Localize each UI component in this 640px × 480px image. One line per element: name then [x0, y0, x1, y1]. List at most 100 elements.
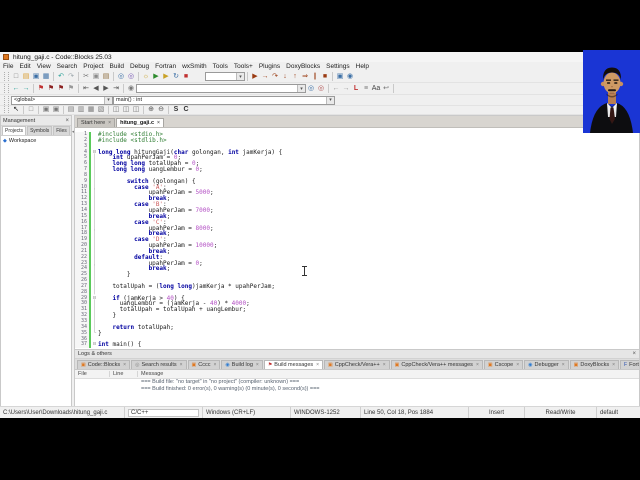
management-tab-files[interactable]: Files: [53, 126, 70, 135]
logs-tab-cppcheck-vera-messages[interactable]: ▣ CppCheck/Vera++ messages ×: [390, 360, 483, 369]
logs-tab-cppcheck-vera[interactable]: ▣ CppCheck/Vera++ ×: [324, 360, 390, 369]
highlight-occurrences-icon[interactable]: L: [351, 84, 361, 94]
close-icon[interactable]: ×: [256, 362, 259, 368]
break-debugger-icon[interactable]: ∥: [310, 72, 320, 82]
code-editor[interactable]: 1 #include <stdio.h> 2 #include <stdlib.h> 3…: [75, 128, 639, 353]
undo-icon[interactable]: ↶: [56, 72, 66, 82]
open-file-icon[interactable]: ▤: [21, 72, 31, 82]
toolbar-grip[interactable]: [4, 106, 9, 114]
menu-wxsmith[interactable]: wxSmith: [179, 63, 210, 70]
cut-icon[interactable]: ✂: [81, 72, 91, 82]
toolbar-grip[interactable]: [4, 95, 9, 105]
debugging-windows-icon[interactable]: ▣: [335, 72, 345, 82]
spellcheck-icon[interactable]: S: [171, 106, 181, 114]
logs-tab-code-blocks[interactable]: ▣ Code::Blocks ×: [77, 360, 131, 369]
management-tab-projects[interactable]: Projects: [2, 126, 27, 135]
logs-tab-doxyblocks[interactable]: ▣ DoxyBlocks ×: [569, 360, 620, 369]
chevron-down-icon[interactable]: ▾: [104, 96, 112, 104]
goto-next-position-icon[interactable]: →: [21, 84, 31, 94]
close-icon[interactable]: ×: [123, 362, 126, 368]
logs-tab-cscope[interactable]: ▣ Cscope ×: [483, 360, 524, 369]
replace-icon[interactable]: ◎: [126, 72, 136, 82]
logs-tab-build-log[interactable]: ◉ Build log ×: [221, 360, 263, 369]
notebook-icon[interactable]: ◫: [131, 106, 141, 114]
dialog-tool-icon[interactable]: ▣: [51, 106, 61, 114]
copy-icon[interactable]: ▣: [91, 72, 101, 82]
close-icon[interactable]: ×: [383, 362, 386, 368]
logs-tab-debugger[interactable]: ◉ Debugger ×: [524, 360, 569, 369]
goto-next-block-icon[interactable]: ▶: [101, 84, 111, 94]
menu-settings[interactable]: Settings: [323, 63, 353, 70]
save-icon[interactable]: ▣: [31, 72, 41, 82]
flex-sizer-icon[interactable]: ▧: [96, 106, 106, 114]
wrap-search-icon[interactable]: ↩: [381, 84, 391, 94]
sizer-v-icon[interactable]: ▥: [76, 106, 86, 114]
menu-search[interactable]: Search: [54, 63, 81, 70]
next-bookmark-icon[interactable]: ⚑: [56, 84, 66, 94]
chevron-down-icon[interactable]: ▾: [236, 73, 244, 80]
menu-fortran[interactable]: Fortran: [152, 63, 179, 70]
search-next-icon[interactable]: →: [341, 84, 351, 94]
menu-view[interactable]: View: [34, 63, 54, 70]
panel-tool-icon[interactable]: ▣: [41, 106, 51, 114]
stop-debugger-icon[interactable]: ■: [320, 72, 330, 82]
build-icon[interactable]: ☼: [141, 72, 151, 82]
new-file-icon[interactable]: □: [11, 72, 21, 82]
various-info-icon[interactable]: ◉: [345, 72, 355, 82]
frame-tool-icon[interactable]: □: [26, 106, 36, 114]
logs-tab-search-results[interactable]: ◎ Search results ×: [131, 360, 187, 369]
fold-toggle-icon[interactable]: ⊟: [91, 342, 98, 348]
split-h-icon[interactable]: ◫: [111, 106, 121, 114]
save-all-icon[interactable]: ▦: [41, 72, 51, 82]
step-out-icon[interactable]: ↑: [290, 72, 300, 82]
goto-prev-block-icon[interactable]: ◀: [91, 84, 101, 94]
next-instruction-icon[interactable]: ⇒: [300, 72, 310, 82]
build-target-combo[interactable]: ▾: [205, 72, 245, 81]
close-icon[interactable]: ×: [562, 362, 565, 368]
logs-tab-cccc[interactable]: ▣ Cccc ×: [187, 360, 221, 369]
zoom-in-icon[interactable]: ⊕: [146, 106, 156, 114]
toggle-bookmark-icon[interactable]: ⚑: [36, 84, 46, 94]
search-prev-icon[interactable]: ←: [331, 84, 341, 94]
incremental-search-combo[interactable]: ▾: [136, 84, 306, 93]
run-icon[interactable]: ▶: [151, 72, 161, 82]
run-to-cursor-icon[interactable]: →: [260, 72, 270, 82]
match-case-icon[interactable]: Aa: [371, 84, 381, 94]
zoom-out-icon[interactable]: ⊖: [156, 106, 166, 114]
search-icon[interactable]: ◎: [306, 84, 316, 94]
menu-help[interactable]: Help: [353, 63, 372, 70]
menu-build[interactable]: Build: [107, 63, 127, 70]
goto-block-start-icon[interactable]: ⇤: [81, 84, 91, 94]
pointer-tool-icon[interactable]: ↖: [11, 106, 21, 114]
step-into-icon[interactable]: ↓: [280, 72, 290, 82]
chevron-down-icon[interactable]: ▾: [297, 85, 305, 92]
close-icon[interactable]: ×: [157, 120, 160, 126]
clear-bookmarks-icon[interactable]: ⚑: [66, 84, 76, 94]
menu-debug[interactable]: Debug: [127, 63, 152, 70]
close-icon[interactable]: ×: [108, 120, 111, 126]
editor-tab-hitung-gaji-c[interactable]: hitung_gaji.c ×: [116, 118, 164, 127]
menu-doxyblocks[interactable]: DoxyBlocks: [283, 63, 323, 70]
menu-tools[interactable]: Tools+: [231, 63, 256, 70]
management-tab-symbols[interactable]: Symbols: [27, 126, 53, 135]
close-icon[interactable]: ×: [180, 362, 183, 368]
find-icon[interactable]: ◎: [116, 72, 126, 82]
grid-sizer-icon[interactable]: ▦: [86, 106, 96, 114]
code-stats-icon[interactable]: C: [181, 106, 191, 114]
function-combo[interactable]: main() : int ▾: [113, 95, 335, 105]
debug-continue-icon[interactable]: ▶: [250, 72, 260, 82]
goto-block-end-icon[interactable]: ⇥: [111, 84, 121, 94]
rebuild-icon[interactable]: ↻: [171, 72, 181, 82]
close-icon[interactable]: ×: [476, 362, 479, 368]
toolbar-grip[interactable]: [4, 84, 9, 93]
goto-prev-position-icon[interactable]: ←: [11, 84, 21, 94]
build-and-run-icon[interactable]: ▶: [161, 72, 171, 82]
highlight-mode-icon[interactable]: ◉: [126, 84, 136, 94]
editor-tab-start-here[interactable]: Start here ×: [77, 118, 116, 127]
menu-edit[interactable]: Edit: [16, 63, 33, 70]
scope-combo[interactable]: <global> ▾: [11, 95, 113, 105]
search-options-icon[interactable]: ◎: [316, 84, 326, 94]
menu-plugins[interactable]: Plugins: [256, 63, 283, 70]
close-icon[interactable]: ×: [516, 362, 519, 368]
logs-close-icon[interactable]: ×: [632, 351, 636, 357]
